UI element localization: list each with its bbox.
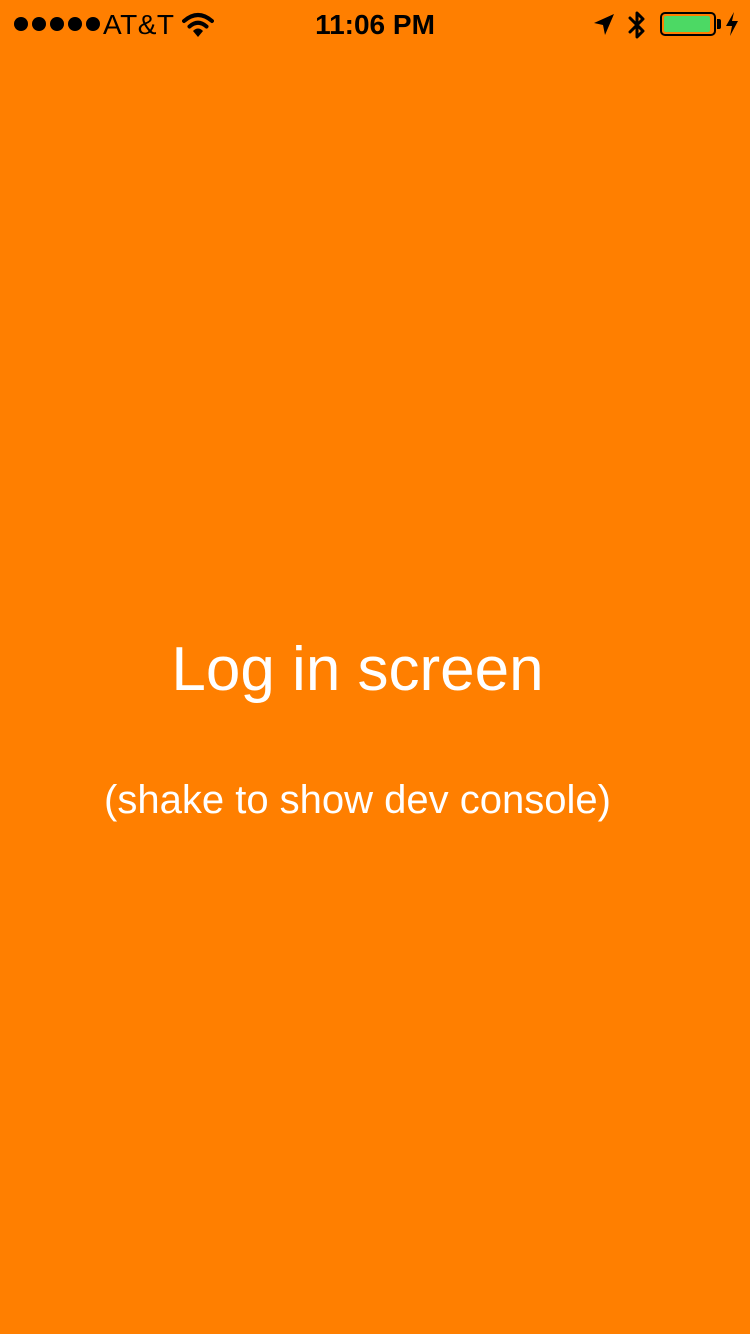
battery-tip [717, 19, 721, 29]
dev-console-hint: (shake to show dev console) [104, 778, 611, 822]
bluetooth-icon [628, 11, 645, 39]
status-bar: AT&T 11:06 PM [0, 0, 750, 50]
charging-bolt-icon [726, 12, 738, 36]
login-screen: AT&T 11:06 PM Log in screen (shake to sh… [0, 0, 750, 1334]
battery-icon [660, 12, 716, 36]
battery-level-fill [664, 16, 710, 32]
page-title: Log in screen [171, 635, 544, 704]
location-arrow-icon [594, 14, 614, 35]
